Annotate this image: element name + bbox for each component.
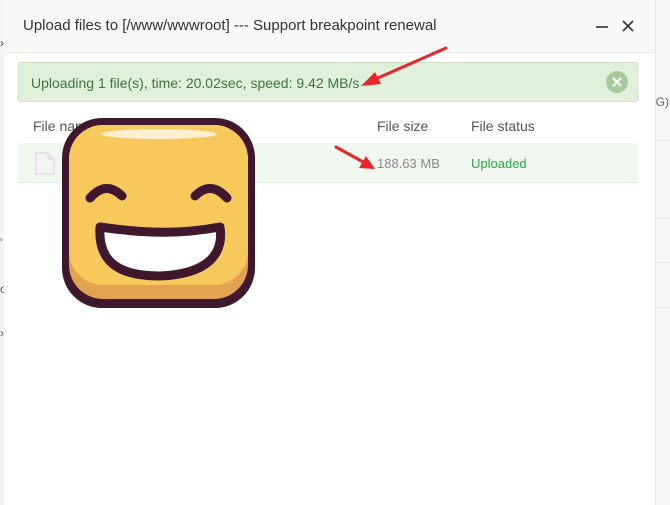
- file-size-value: 188.63 MB: [377, 156, 440, 171]
- background-divider: [656, 140, 670, 141]
- column-header-file-size: File size: [377, 118, 429, 134]
- dialog-header: Upload files to [/www/wwwroot] --- Suppo…: [4, 0, 655, 53]
- background-right-panel: [655, 0, 670, 505]
- grinning-face-sticker-icon: [58, 114, 260, 314]
- file-icon: [35, 152, 55, 175]
- file-status-value: Uploaded: [471, 156, 527, 171]
- close-icon[interactable]: [620, 18, 636, 34]
- background-divider: [656, 307, 670, 308]
- minimize-icon[interactable]: [594, 18, 610, 34]
- background-fragment: ': [0, 236, 3, 250]
- column-header-file-status: File status: [471, 118, 535, 134]
- dialog-title: Upload files to [/www/wwwroot] --- Suppo…: [23, 17, 437, 34]
- background-divider: [656, 218, 670, 219]
- close-circle-icon[interactable]: [606, 71, 628, 93]
- alert-message: Uploading 1 file(s), time: 20.02sec, spe…: [31, 75, 360, 91]
- upload-progress-alert: Uploading 1 file(s), time: 20.02sec, spe…: [18, 62, 638, 102]
- background-divider: [656, 262, 670, 263]
